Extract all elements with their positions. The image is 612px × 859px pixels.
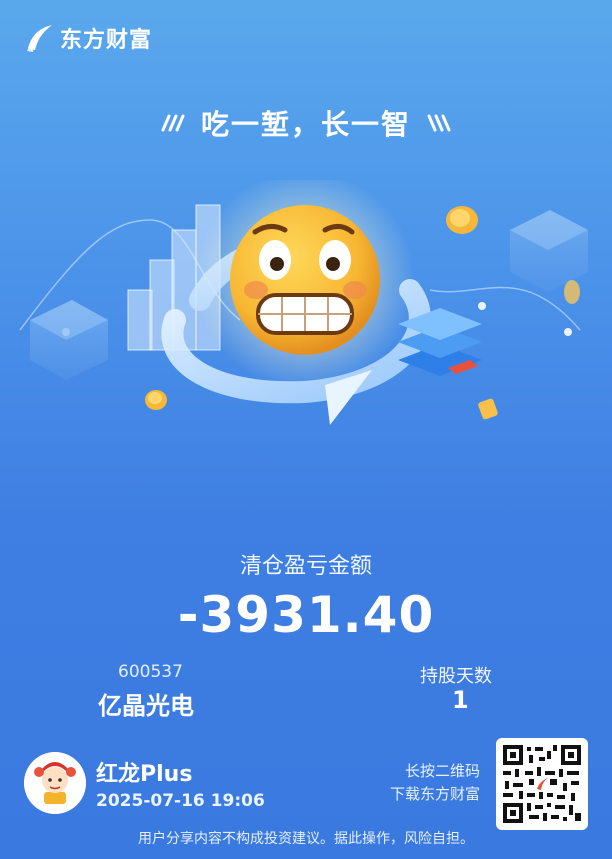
- brand-name: 东方财富: [60, 28, 153, 53]
- stock-name: 亿晶光电: [98, 692, 194, 720]
- right-cube-decoration: [510, 210, 588, 292]
- username: 红龙Plus: [96, 762, 193, 787]
- left-cube-decoration: [30, 300, 108, 380]
- coin-icon: [564, 280, 580, 304]
- pnl-value: -3931.40: [177, 586, 435, 644]
- stock-code: 600537: [118, 662, 183, 682]
- qr-code[interactable]: [496, 738, 588, 830]
- coin-icon: [446, 206, 478, 234]
- chart-dot: [478, 302, 486, 310]
- share-card: 东方财富 吃一堑，长一智 清仓盈亏金额 -3931.40 600537 亿晶光电…: [0, 0, 612, 859]
- slogan-text: 吃一堑，长一智: [200, 108, 411, 141]
- coin-icon: [145, 390, 167, 410]
- holding-days-label: 持股天数: [420, 666, 492, 687]
- hero-illustration: [19, 180, 588, 425]
- brand-logo-icon: [27, 25, 52, 52]
- qr-hint-line2: 下载东方财富: [389, 785, 480, 803]
- qr-hint-line1: 长按二维码: [404, 762, 480, 780]
- avatar-icon: [24, 752, 86, 814]
- avatar[interactable]: [24, 752, 86, 814]
- brand-logo: 东方财富: [24, 22, 152, 54]
- chart-dot: [564, 328, 572, 336]
- slogan: 吃一堑，长一智: [0, 103, 612, 143]
- grimace-emoji-icon: [230, 205, 380, 355]
- holding-days-value: 1: [452, 686, 469, 714]
- coin-icon: [478, 398, 498, 420]
- pnl-label: 清仓盈亏金额: [239, 554, 372, 579]
- qr-code-icon: [501, 743, 583, 825]
- disclaimer: 用户分享内容不构成投资建议。据此操作，风险自担。: [138, 831, 474, 847]
- share-datetime: 2025-07-16 19:06: [96, 791, 265, 811]
- left-slash-decoration: [161, 114, 185, 132]
- qr-hint: 长按二维码 下载东方财富: [370, 760, 480, 806]
- right-slash-decoration: [427, 114, 451, 132]
